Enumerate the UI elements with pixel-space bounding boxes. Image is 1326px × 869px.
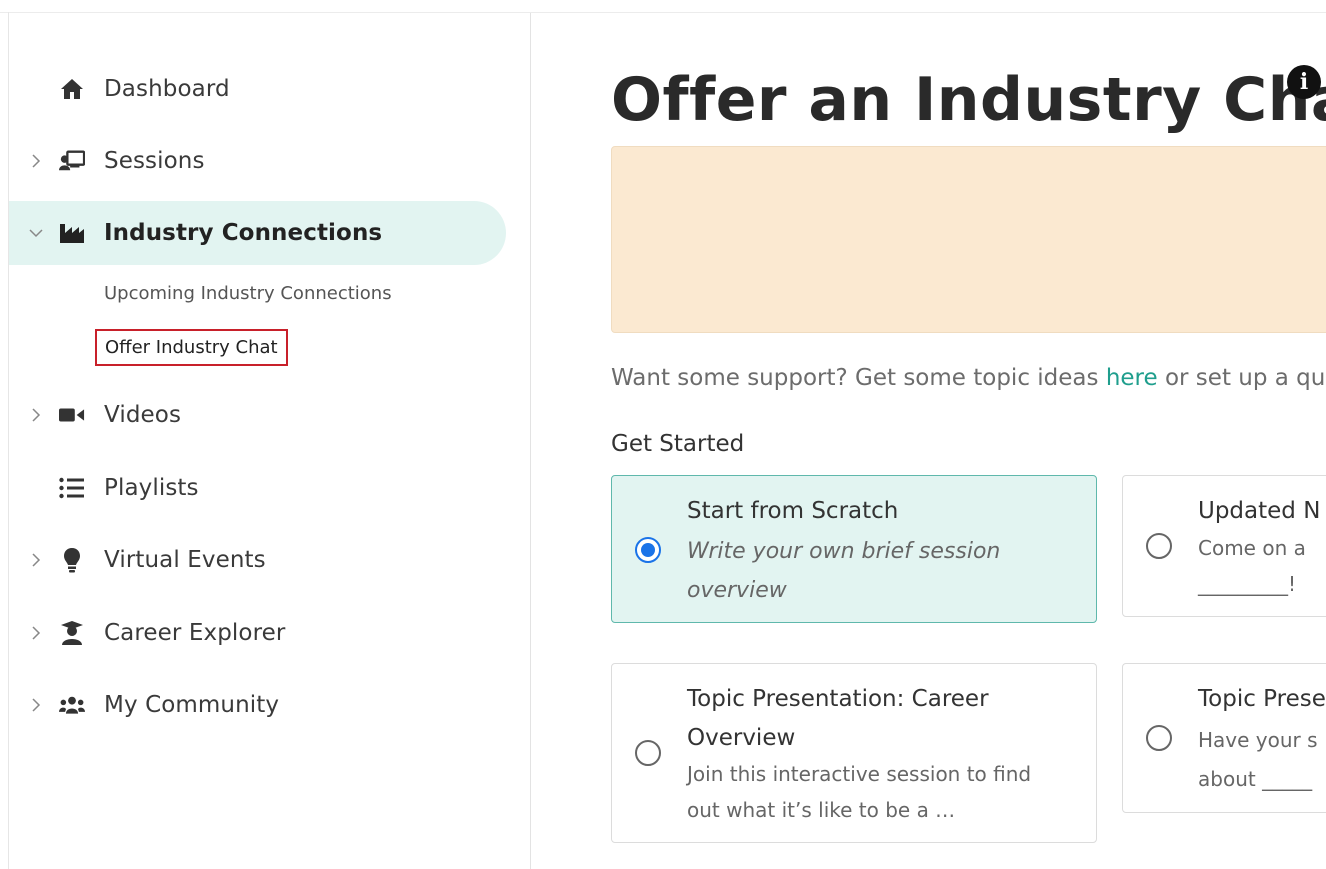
- video-camera-icon: [59, 402, 85, 428]
- card-description: out what it’s like to be a …: [687, 798, 956, 822]
- card-title: Topic Prese: [1198, 686, 1326, 712]
- sidebar-item-playlists[interactable]: Playlists: [9, 456, 506, 520]
- topic-ideas-link[interactable]: here: [1106, 365, 1158, 391]
- card-description: _________!: [1198, 572, 1297, 596]
- window-top-edge: [0, 0, 1326, 13]
- info-icon[interactable]: i: [1287, 65, 1321, 99]
- window-left-edge: [0, 12, 9, 869]
- card-title: Start from Scratch: [687, 498, 899, 524]
- sidebar-item-label: Sessions: [104, 148, 205, 174]
- get-started-heading: Get Started: [611, 431, 745, 457]
- factory-icon: [59, 220, 85, 246]
- card-description: Write your own brief session: [687, 539, 1001, 564]
- sidebar-item-my-community[interactable]: My Community: [9, 673, 506, 737]
- card-description: Have your s: [1198, 728, 1318, 752]
- sidebar-item-label: Industry Connections: [104, 220, 383, 246]
- sidebar-item-label: Videos: [104, 402, 182, 428]
- sidebar-subitem-offer-industry-chat[interactable]: Offer Industry Chat: [95, 329, 288, 366]
- support-text-suffix: or set up a qu: [1157, 365, 1326, 391]
- sidebar-item-sessions[interactable]: Sessions: [9, 129, 506, 193]
- sidebar-item-career-explorer[interactable]: Career Explorer: [9, 601, 506, 665]
- sidebar-item-label: Virtual Events: [104, 547, 266, 573]
- presentation-icon: [59, 148, 85, 174]
- page-title: Offer an Industry Chat: [611, 65, 1326, 135]
- radio-button-checked[interactable]: [635, 537, 661, 563]
- sidebar-item-label: My Community: [104, 692, 280, 718]
- chevron-right-icon[interactable]: [29, 698, 43, 712]
- notice-banner: [611, 146, 1326, 333]
- option-card-updated[interactable]: Updated N Come on a _________!: [1122, 475, 1326, 617]
- option-card-topic-presentation-career-overview[interactable]: Topic Presentation: Career Overview Join…: [611, 663, 1097, 843]
- lightbulb-icon: [59, 547, 85, 573]
- card-description: overview: [687, 578, 787, 603]
- card-title: Topic Presentation: Career: [687, 686, 989, 712]
- card-title: Overview: [687, 725, 796, 751]
- chevron-right-icon[interactable]: [29, 626, 43, 640]
- option-card-topic-presentation[interactable]: Topic Prese Have your s about _____: [1122, 663, 1326, 813]
- chevron-right-icon[interactable]: [29, 408, 43, 422]
- sidebar-item-videos[interactable]: Videos: [9, 383, 506, 447]
- chevron-down-icon[interactable]: [29, 226, 43, 240]
- sidebar-item-label: Career Explorer: [104, 620, 286, 646]
- list-icon: [59, 475, 85, 501]
- main-content: Offer an Industry Chat i Want some suppo…: [531, 13, 1326, 869]
- graduate-icon: [59, 620, 85, 646]
- card-title: Updated N: [1198, 498, 1321, 524]
- radio-button[interactable]: [635, 740, 661, 766]
- card-description: about _____: [1198, 767, 1313, 791]
- users-icon: [59, 692, 85, 718]
- card-description: Come on a: [1198, 536, 1306, 560]
- sidebar-item-label: Dashboard: [104, 76, 230, 102]
- chevron-right-icon[interactable]: [29, 154, 43, 168]
- option-card-start-from-scratch[interactable]: Start from Scratch Write your own brief …: [611, 475, 1097, 623]
- sidebar-subitem-upcoming-industry-connections[interactable]: Upcoming Industry Connections: [104, 283, 392, 304]
- sidebar-item-virtual-events[interactable]: Virtual Events: [9, 528, 506, 592]
- support-text-prefix: Want some support? Get some topic ideas: [611, 365, 1106, 391]
- radio-button[interactable]: [1146, 533, 1172, 559]
- sidebar-item-dashboard[interactable]: Dashboard: [9, 57, 506, 121]
- card-description: Join this interactive session to find: [687, 762, 1032, 786]
- sidebar-item-industry-connections[interactable]: Industry Connections: [9, 201, 506, 265]
- home-icon: [59, 76, 85, 102]
- radio-button[interactable]: [1146, 725, 1172, 751]
- sidebar-item-label: Playlists: [104, 475, 199, 501]
- sidebar: Dashboard Sessions Industry Connections …: [9, 13, 531, 869]
- chevron-right-icon[interactable]: [29, 553, 43, 567]
- support-text: Want some support? Get some topic ideas …: [611, 365, 1325, 391]
